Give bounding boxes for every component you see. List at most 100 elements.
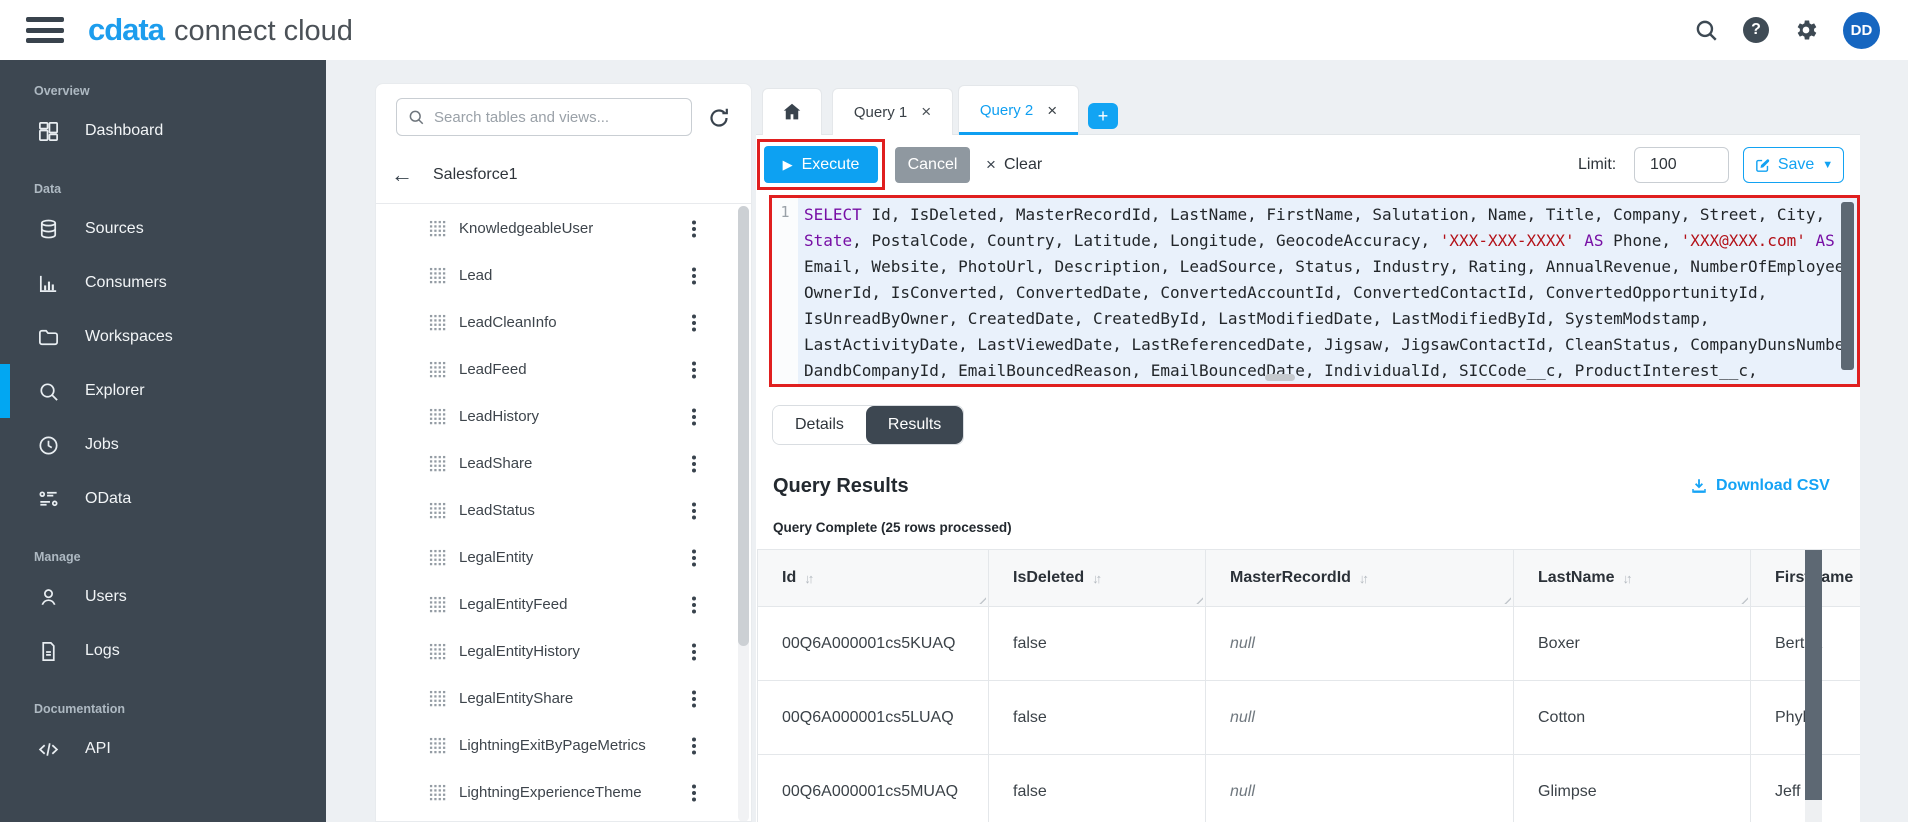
limit-input[interactable] <box>1634 147 1729 183</box>
sort-icon[interactable]: ↓↑ <box>1359 571 1366 586</box>
table-list-item[interactable]: LegalEntityFeed <box>376 581 738 628</box>
kebab-menu-icon[interactable] <box>686 360 702 380</box>
editor-horizontal-scrollbar[interactable] <box>1265 374 1295 381</box>
tab-query-1[interactable]: Query 1 × <box>832 88 953 135</box>
table-list-item[interactable]: LegalEntity <box>376 534 738 581</box>
table-name: LightningExperienceTheme <box>459 784 673 801</box>
table-name: LegalEntity <box>459 549 673 566</box>
sidebar-item-users[interactable]: Users <box>0 570 326 624</box>
add-tab-button[interactable]: + <box>1088 103 1118 129</box>
table-cell: null <box>1206 681 1514 755</box>
connection-header: ← Salesforce1 <box>376 146 751 204</box>
table-grid-icon <box>429 690 446 707</box>
sort-icon[interactable]: ↓↑ <box>1092 571 1099 586</box>
kebab-menu-icon[interactable] <box>686 501 702 521</box>
tables-scrollbar[interactable] <box>738 206 749 822</box>
column-resize-handle[interactable] <box>1501 594 1511 604</box>
table-cell: false <box>989 607 1206 681</box>
table-list-item[interactable]: LightningExperienceTheme <box>376 769 738 816</box>
kebab-menu-icon[interactable] <box>686 642 702 662</box>
table-grid-icon <box>429 408 446 425</box>
kebab-menu-icon[interactable] <box>686 783 702 803</box>
column-header-lastname[interactable]: LastName↓↑ <box>1514 550 1751 607</box>
sidebar-section-label: Documentation <box>0 678 326 722</box>
results-table-scrollbar[interactable] <box>1805 550 1822 822</box>
refresh-icon[interactable] <box>707 106 733 132</box>
query-status: Query Complete (25 rows processed) <box>773 520 1012 535</box>
back-arrow-icon[interactable]: ← <box>391 164 413 186</box>
table-list-item[interactable]: Lead <box>376 252 738 299</box>
settings-gear-icon[interactable] <box>1793 17 1819 43</box>
cdata-logo: cdata <box>88 12 164 48</box>
search-icon[interactable] <box>1693 17 1719 43</box>
sidebar-item-consumers[interactable]: Consumers <box>0 256 326 310</box>
table-list-item[interactable]: LegalEntityShare <box>376 675 738 722</box>
sort-icon[interactable]: ↓↑ <box>804 571 811 586</box>
home-icon <box>781 101 803 123</box>
table-list-item[interactable]: LeadCleanInfo <box>376 299 738 346</box>
tables-search-box[interactable] <box>396 98 692 136</box>
sidebar-item-jobs[interactable]: Jobs <box>0 418 326 472</box>
sidebar-item-logs[interactable]: Logs <box>0 624 326 678</box>
kebab-menu-icon[interactable] <box>686 736 702 756</box>
table-list-item[interactable]: LeadStatus <box>376 487 738 534</box>
column-header-masterrecordid[interactable]: MasterRecordId↓↑ <box>1206 550 1514 607</box>
sort-icon[interactable]: ↓↑ <box>1622 571 1629 586</box>
sidebar-item-api[interactable]: API <box>0 722 326 776</box>
save-button[interactable]: Save ▼ <box>1743 147 1844 183</box>
sidebar-item-sources[interactable]: Sources <box>0 202 326 256</box>
column-resize-handle[interactable] <box>1738 594 1748 604</box>
table-list-item[interactable]: LeadHistory <box>376 393 738 440</box>
column-header-id[interactable]: Id ↓↑ <box>758 550 989 607</box>
table-cell: 00Q6A000001cs5KUAQ <box>758 607 989 681</box>
download-csv-link[interactable]: Download CSV <box>1690 477 1830 495</box>
kebab-menu-icon[interactable] <box>686 548 702 568</box>
tab-query-2[interactable]: Query 2× <box>958 85 1079 135</box>
tab-home[interactable] <box>762 88 822 135</box>
table-grid-icon <box>429 220 446 237</box>
hamburger-menu-icon[interactable] <box>26 17 70 43</box>
column-resize-handle[interactable] <box>1193 594 1203 604</box>
kebab-menu-icon[interactable] <box>686 407 702 427</box>
column-label: Id <box>782 569 796 587</box>
table-cell: null <box>1206 755 1514 822</box>
sidebar-item-odata[interactable]: OData <box>0 472 326 526</box>
help-icon[interactable]: ? <box>1743 17 1769 43</box>
table-list-item[interactable]: LegalEntityHistory <box>376 628 738 675</box>
sidebar-item-label: Explorer <box>85 382 145 400</box>
sidebar-item-label: OData <box>85 490 131 508</box>
kebab-menu-icon[interactable] <box>686 454 702 474</box>
sidebar-item-dashboard[interactable]: Dashboard <box>0 104 326 158</box>
tables-search-input[interactable] <box>434 109 681 126</box>
app-root: cdata connect cloud ? DD OverviewDashboa… <box>0 0 1908 822</box>
view-tab-details[interactable]: Details <box>773 406 866 444</box>
kebab-menu-icon[interactable] <box>686 266 702 286</box>
kebab-menu-icon[interactable] <box>686 219 702 239</box>
cancel-button[interactable]: Cancel <box>895 147 970 183</box>
table-list-item[interactable]: LeadFeed <box>376 346 738 393</box>
user-avatar[interactable]: DD <box>1843 12 1880 49</box>
table-cell: false <box>989 681 1206 755</box>
close-icon[interactable]: × <box>921 102 931 122</box>
view-tab-results[interactable]: Results <box>866 406 963 444</box>
user-icon <box>37 586 60 609</box>
table-cell: false <box>989 755 1206 822</box>
table-list-item[interactable]: LightningExitByPageMetrics <box>376 722 738 769</box>
sql-editor[interactable]: 1 SELECT Id, IsDeleted, MasterRecordId, … <box>772 198 1857 384</box>
sidebar-item-explorer[interactable]: Explorer <box>0 364 326 418</box>
sidebar-item-workspaces[interactable]: Workspaces <box>0 310 326 364</box>
column-resize-handle[interactable] <box>976 594 986 604</box>
execute-button[interactable]: ▶ Execute <box>764 146 878 183</box>
kebab-menu-icon[interactable] <box>686 689 702 709</box>
chevron-down-icon: ▼ <box>1822 159 1833 171</box>
tab-label: Query 1 <box>854 104 907 121</box>
column-header-isdeleted[interactable]: IsDeleted↓↑ <box>989 550 1206 607</box>
table-list-item[interactable]: LeadShare <box>376 440 738 487</box>
kebab-menu-icon[interactable] <box>686 313 702 333</box>
table-list-item[interactable]: KnowledgeableUser <box>376 205 738 252</box>
editor-vertical-scrollbar[interactable] <box>1841 202 1854 370</box>
kebab-menu-icon[interactable] <box>686 595 702 615</box>
close-icon[interactable]: × <box>1047 101 1057 121</box>
clear-button[interactable]: × Clear <box>986 151 1042 179</box>
table-name: LeadCleanInfo <box>459 314 673 331</box>
